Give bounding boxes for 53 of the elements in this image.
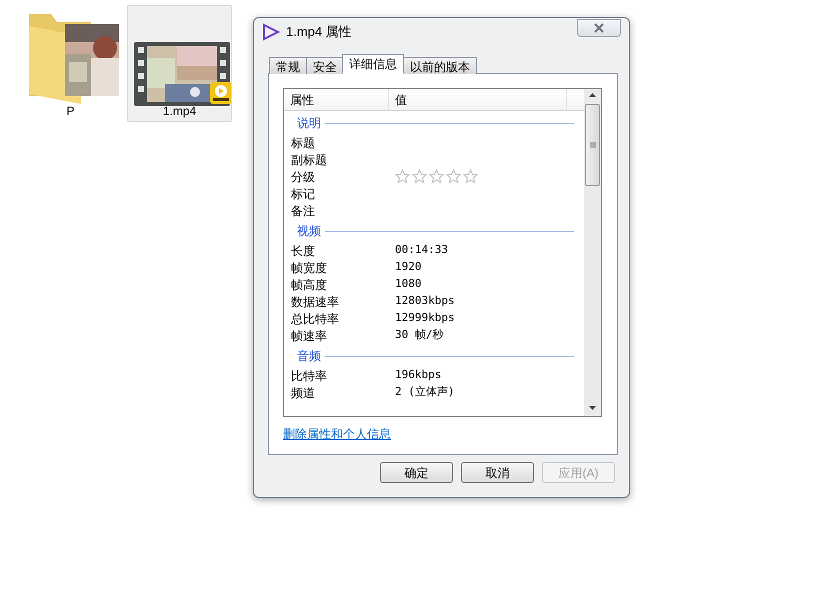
- property-name: 频道: [291, 384, 316, 402]
- property-name: 备注: [291, 202, 316, 220]
- scroll-down-icon[interactable]: [589, 406, 596, 410]
- tab[interactable]: 详细信息: [342, 54, 404, 74]
- property-name: 标题: [291, 134, 316, 152]
- star-icon: [429, 169, 444, 184]
- property-value: 1080: [395, 276, 422, 292]
- column-header[interactable]: 属性: [284, 89, 389, 110]
- section-heading: 视频: [297, 223, 321, 240]
- star-icon: [446, 169, 461, 184]
- star-icon: [412, 169, 427, 184]
- property-value: 1920: [395, 259, 422, 276]
- property-value: 2 (立体声): [395, 384, 454, 400]
- property-name: 帧速率: [291, 328, 328, 344]
- close-button[interactable]: [577, 19, 621, 37]
- property-value: 12999kbps: [395, 310, 455, 326]
- property-value: 30 帧/秒: [395, 327, 444, 344]
- property-name: 数据速率: [291, 294, 340, 310]
- property-value: 196kbps: [395, 367, 442, 384]
- property-value: 12803kbps: [395, 293, 455, 310]
- property-name: 帧宽度: [291, 260, 328, 276]
- property-name: 比特率: [291, 368, 328, 384]
- grip-icon: [590, 142, 596, 148]
- star-icon: [463, 169, 478, 184]
- player-badge-icon: [210, 82, 231, 104]
- scroll-up-icon[interactable]: [589, 93, 596, 97]
- tab[interactable]: 以前的版本: [403, 57, 477, 74]
- desktop-icon[interactable]: P: [18, 5, 123, 122]
- scroll-thumb[interactable]: [585, 104, 600, 186]
- property-value: 00:14:33: [395, 242, 448, 258]
- property-name: 总比特率: [291, 310, 340, 328]
- property-name: 长度: [291, 242, 316, 260]
- window-title: 1.mp4 属性: [286, 23, 352, 42]
- file-name: 1.mp4: [162, 104, 196, 118]
- tab[interactable]: 常规: [269, 57, 307, 74]
- dialog-button[interactable]: 确定: [380, 462, 453, 483]
- star-icon: [395, 169, 410, 184]
- section-heading: 说明: [297, 115, 321, 132]
- property-name: 帧高度: [291, 276, 328, 294]
- tab[interactable]: 安全: [306, 57, 344, 74]
- property-name: 分级: [291, 168, 316, 186]
- section-heading: 音频: [297, 348, 321, 365]
- desktop-icon[interactable]: 1.mp4: [127, 5, 232, 122]
- dialog-button[interactable]: 取消: [461, 462, 534, 483]
- property-name: 标记: [291, 186, 316, 202]
- file-name: P: [66, 104, 74, 118]
- property-name: 副标题: [291, 152, 328, 168]
- play-icon: [262, 23, 280, 41]
- scrollbar[interactable]: [584, 89, 601, 416]
- column-header[interactable]: 值: [389, 89, 567, 110]
- remove-properties-link[interactable]: 删除属性和个人信息: [283, 425, 391, 443]
- rating-stars[interactable]: [395, 169, 478, 184]
- close-icon: [593, 23, 605, 33]
